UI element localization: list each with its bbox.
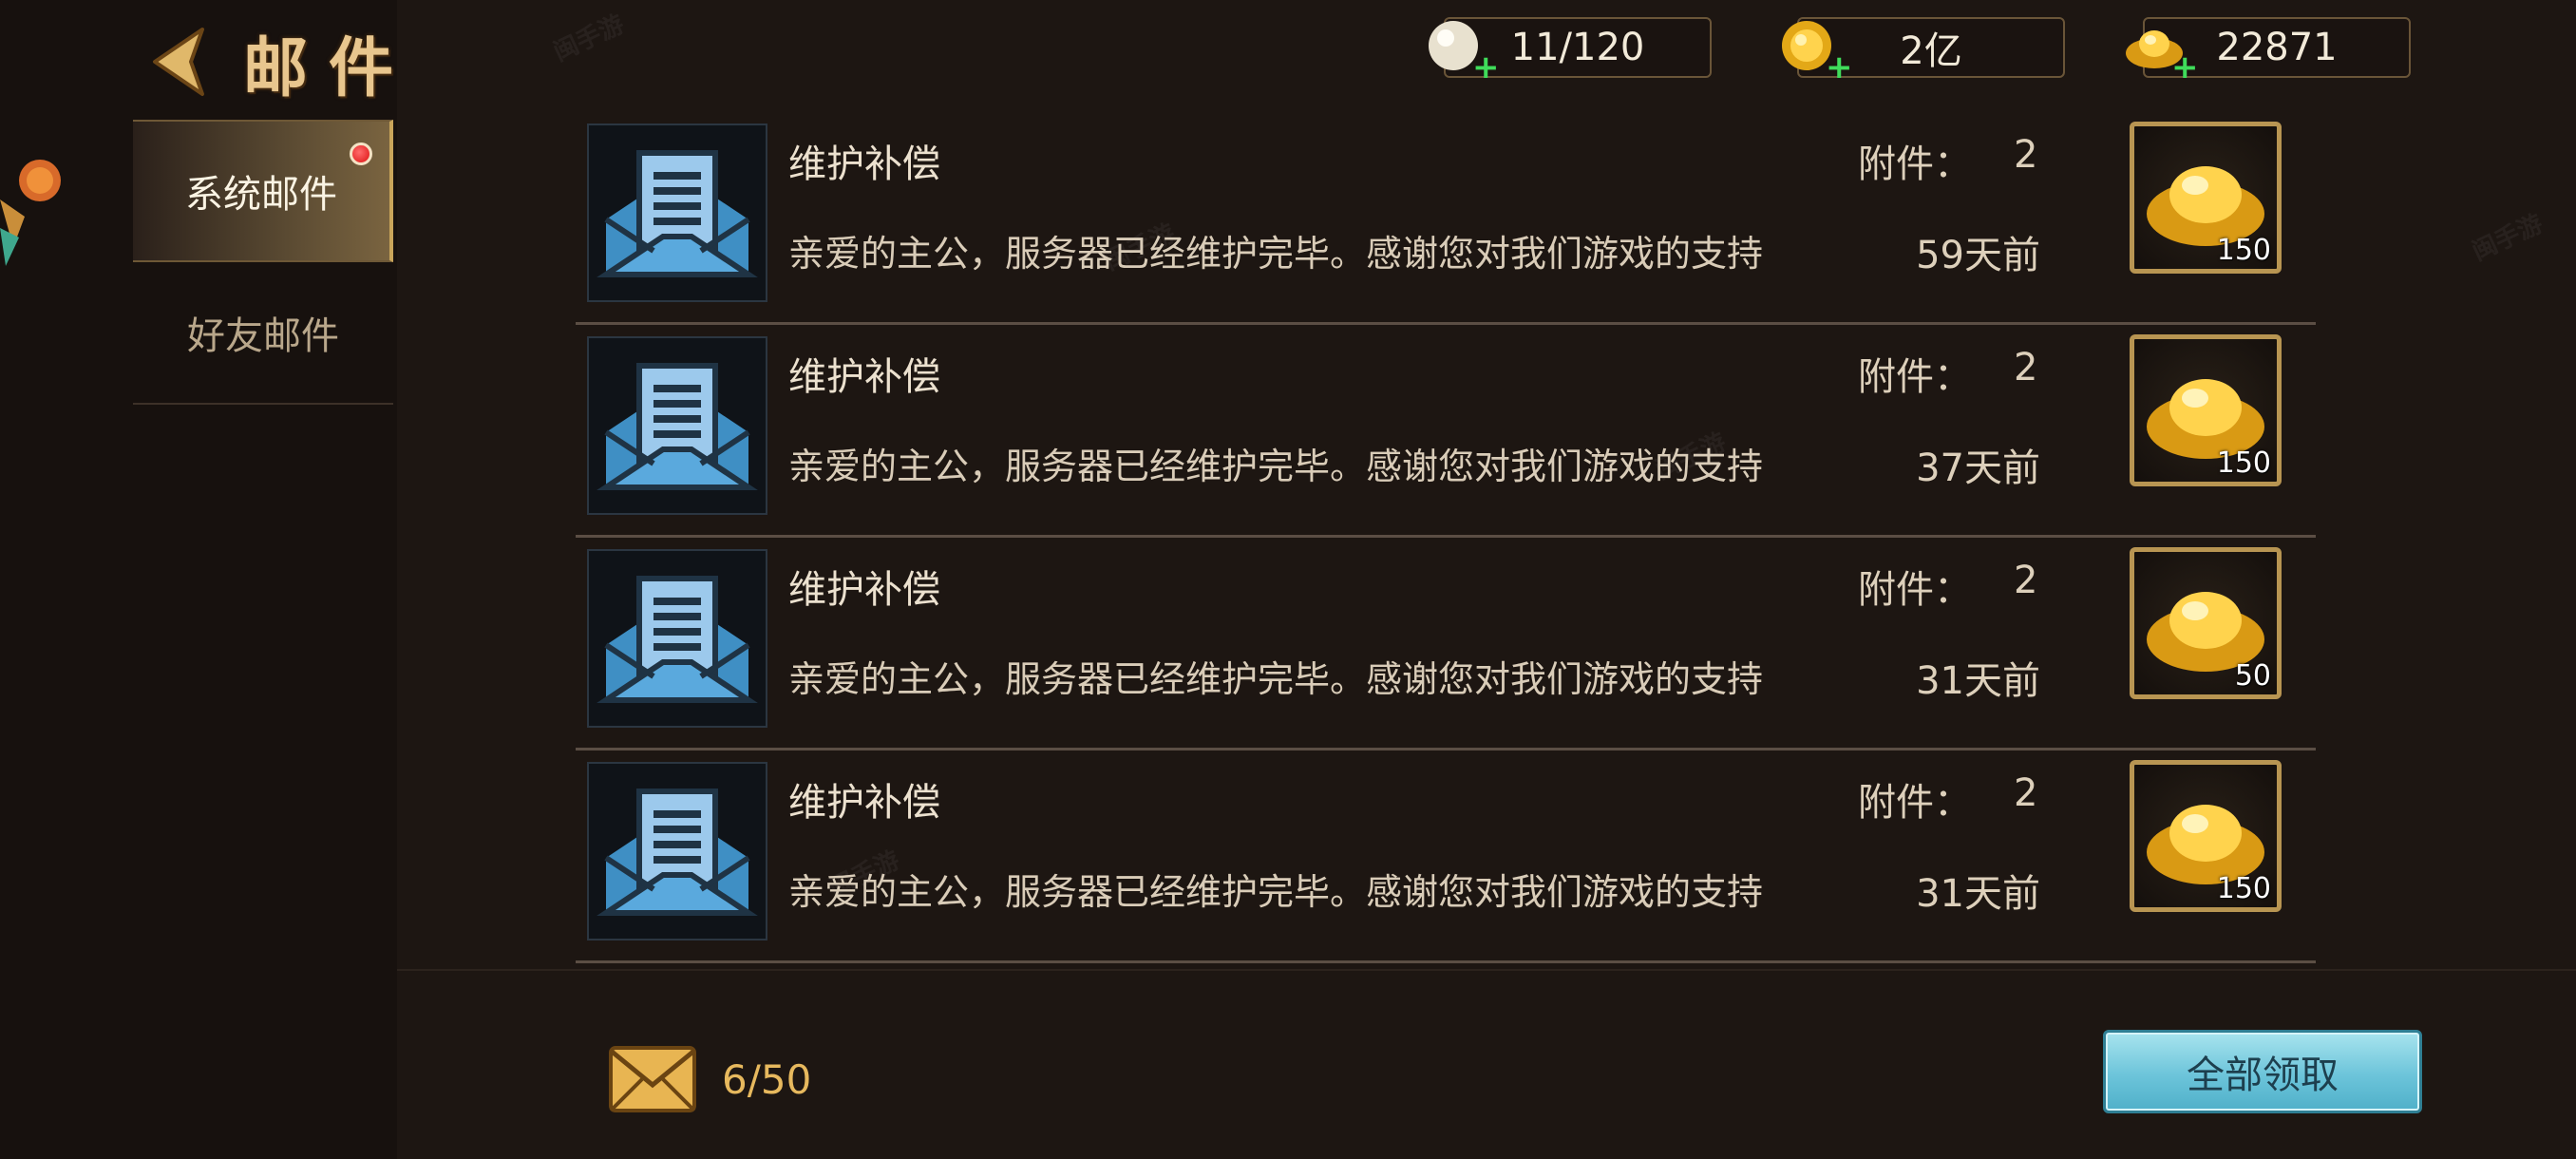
mail-subject: 维护补偿 bbox=[788, 568, 940, 612]
back-arrow-icon bbox=[153, 28, 204, 96]
resource-pearl[interactable]: + 11/120 bbox=[1429, 17, 1712, 84]
attachment-count: 2 bbox=[2014, 559, 2038, 602]
open-envelope-icon bbox=[587, 549, 767, 728]
collect-all-button[interactable]: 全部领取 bbox=[2103, 1030, 2422, 1113]
watermark: 闽手游 bbox=[549, 10, 629, 67]
collect-all-label: 全部领取 bbox=[2187, 1054, 2339, 1097]
mail-item[interactable]: 维护补偿 亲爱的主公，服务器已经维护完毕。感谢您对我们游戏的支持 附件： 2 3… bbox=[576, 325, 2316, 538]
resource-gold-coin[interactable]: + 2亿 bbox=[1782, 17, 2065, 84]
add-icon[interactable]: + bbox=[1826, 51, 1853, 84]
resource-value: 22871 bbox=[2216, 26, 2338, 69]
attachment-count: 2 bbox=[2014, 771, 2038, 815]
attachment-label: 附件： bbox=[1858, 568, 1972, 612]
reward-quantity: 150 bbox=[2216, 234, 2271, 267]
reward-quantity: 150 bbox=[2216, 872, 2271, 905]
mailbox-count: 6/50 bbox=[722, 1056, 812, 1103]
reward-quantity: 50 bbox=[2234, 659, 2271, 693]
reward-slot[interactable]: 150 bbox=[2130, 760, 2282, 912]
add-icon[interactable]: + bbox=[1472, 51, 1500, 84]
mail-time: 31天前 bbox=[1916, 659, 2040, 703]
footer-divider bbox=[397, 969, 2576, 971]
notification-dot bbox=[350, 142, 372, 165]
attachment-label: 附件： bbox=[1858, 781, 1972, 825]
mail-time: 31天前 bbox=[1916, 872, 2040, 916]
attachment-label: 附件： bbox=[1858, 142, 1972, 186]
mail-subject: 维护补偿 bbox=[788, 355, 940, 399]
reward-slot[interactable]: 150 bbox=[2130, 122, 2282, 274]
mail-item[interactable]: 维护补偿 亲爱的主公，服务器已经维护完毕。感谢您对我们游戏的支持 附件： 2 3… bbox=[576, 538, 2316, 750]
attachment-count: 2 bbox=[2014, 133, 2038, 177]
tab-system-mail[interactable]: 系统邮件 bbox=[133, 120, 393, 262]
tab-label: 系统邮件 bbox=[185, 173, 337, 217]
reward-slot[interactable]: 150 bbox=[2130, 334, 2282, 486]
mail-item[interactable]: 维护补偿 亲爱的主公，服务器已经维护完毕。感谢您对我们游戏的支持 附件： 2 5… bbox=[576, 112, 2316, 325]
resource-value: 11/120 bbox=[1510, 26, 1645, 69]
mail-preview: 亲爱的主公，服务器已经维护完毕。感谢您对我们游戏的支持 bbox=[788, 871, 1764, 913]
reward-quantity: 150 bbox=[2216, 446, 2271, 480]
tab-label: 好友邮件 bbox=[187, 314, 339, 358]
resource-value: 2亿 bbox=[1900, 29, 1962, 73]
page-title: 邮件 bbox=[243, 29, 415, 106]
reward-slot[interactable]: 50 bbox=[2130, 547, 2282, 699]
mail-preview: 亲爱的主公，服务器已经维护完毕。感谢您对我们游戏的支持 bbox=[788, 233, 1764, 275]
mail-preview: 亲爱的主公，服务器已经维护完毕。感谢您对我们游戏的支持 bbox=[788, 658, 1764, 700]
open-envelope-icon bbox=[587, 336, 767, 515]
resource-gold-ingot[interactable]: + 22871 bbox=[2126, 17, 2411, 84]
attachment-label: 附件： bbox=[1858, 355, 1972, 399]
mail-subject: 维护补偿 bbox=[788, 781, 940, 825]
back-button[interactable] bbox=[142, 24, 218, 100]
header: 邮件 bbox=[142, 10, 414, 114]
add-icon[interactable]: + bbox=[2171, 51, 2199, 84]
mail-subject: 维护补偿 bbox=[788, 142, 940, 186]
decoration-orb-icon bbox=[0, 160, 61, 266]
open-envelope-icon bbox=[587, 124, 767, 302]
mail-time: 59天前 bbox=[1916, 234, 2040, 277]
mail-item[interactable]: 维护补偿 亲爱的主公，服务器已经维护完毕。感谢您对我们游戏的支持 附件： 2 3… bbox=[576, 750, 2316, 963]
mail-time: 37天前 bbox=[1916, 446, 2040, 490]
watermark: 闽手游 bbox=[2468, 209, 2548, 267]
mail-preview: 亲爱的主公，服务器已经维护完毕。感谢您对我们游戏的支持 bbox=[788, 446, 1764, 487]
attachment-count: 2 bbox=[2014, 346, 2038, 390]
envelope-icon bbox=[609, 1046, 696, 1112]
open-envelope-icon bbox=[587, 762, 767, 940]
tab-friend-mail[interactable]: 好友邮件 bbox=[133, 262, 393, 405]
